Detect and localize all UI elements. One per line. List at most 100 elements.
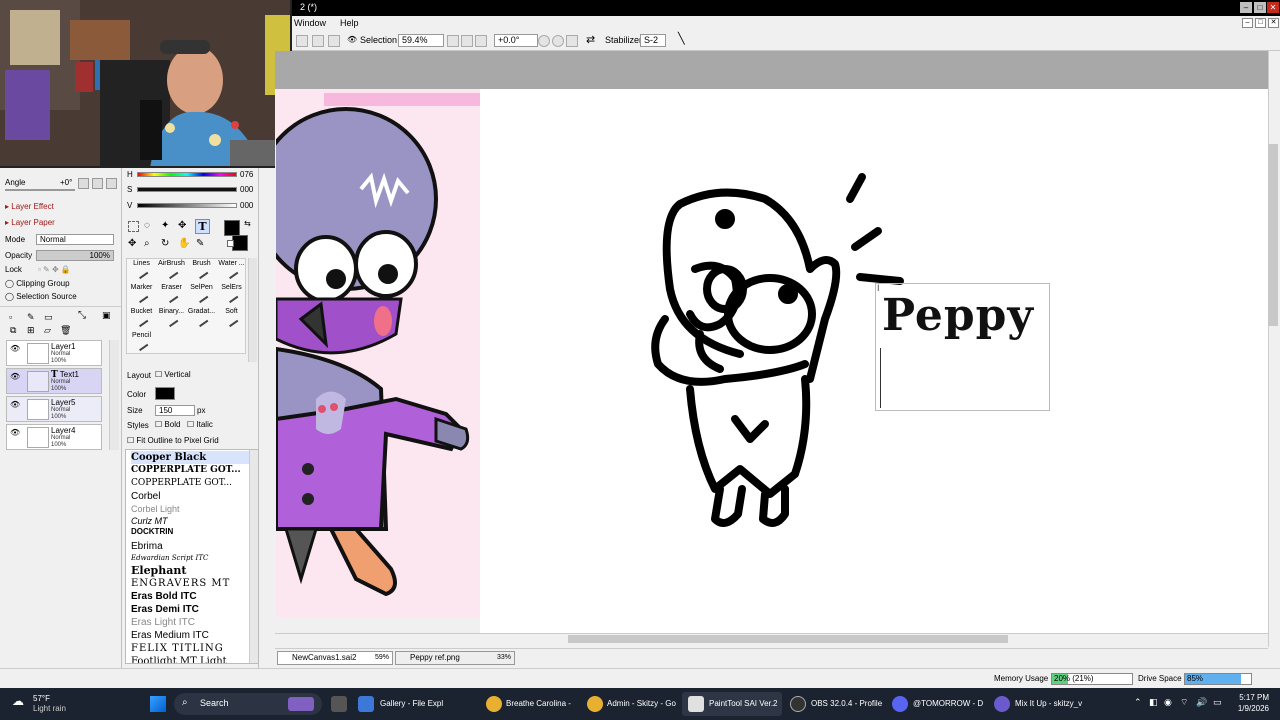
layer-list-scrollbar[interactable] — [109, 340, 119, 450]
chrome-icon[interactable] — [587, 696, 603, 712]
angle-slider[interactable] — [5, 189, 75, 191]
clock-time[interactable]: 5:17 PM — [1231, 693, 1269, 702]
minimize-button[interactable]: – — [1240, 2, 1252, 13]
font-item[interactable]: Elephant — [131, 564, 249, 577]
tool-selpen[interactable]: SelPen — [187, 283, 216, 306]
value-slider[interactable] — [137, 203, 237, 208]
text-tool-icon[interactable]: T — [195, 219, 210, 234]
layer-visibility-icon[interactable]: 👁 — [10, 428, 22, 438]
text-color-swatch[interactable] — [155, 387, 175, 400]
taskbar-app-admin[interactable]: Admin - Skitzy - Go — [607, 694, 676, 714]
taskbar-app-discord[interactable]: @TOMORROW - D — [913, 694, 983, 714]
clipping-group-checkbox[interactable]: ◯ Clipping Group — [5, 279, 70, 288]
tool-gradation[interactable]: Gradat... — [187, 307, 216, 330]
italic-checkbox[interactable]: ☐ Italic — [187, 420, 213, 429]
new-layer-icon[interactable]: ▫ — [9, 312, 12, 322]
tool-airbrush[interactable]: AirBrush — [157, 259, 186, 282]
vertical-scrollbar-thumb[interactable] — [1268, 144, 1278, 326]
search-box[interactable]: ⌕ Search — [174, 693, 322, 715]
zoom-out-button[interactable] — [447, 35, 459, 47]
rect-select-icon[interactable] — [128, 221, 139, 232]
font-item[interactable]: ENGRAVERS MT — [131, 577, 249, 590]
taskbar-app-gallery[interactable]: Gallery - File Expl — [380, 694, 443, 714]
flip-icon[interactable]: ⇄ — [586, 33, 595, 46]
layer-visibility-icon[interactable]: 👁 — [10, 372, 22, 382]
taskbar-app-mixitup[interactable]: Mix It Up - skitzy_v — [1015, 694, 1082, 714]
font-item[interactable]: Corbel — [131, 490, 249, 503]
taskbar-app-breathe[interactable]: Breathe Carolina - — [506, 694, 571, 714]
layer-paper-expander[interactable]: ▸ Layer Paper — [5, 218, 55, 227]
vertical-checkbox[interactable]: ☐ Vertical — [155, 370, 191, 379]
font-item[interactable]: Eras Light ITC — [131, 616, 249, 629]
merge-down-icon[interactable]: ⊞ — [27, 325, 35, 336]
mdi-close-button[interactable]: ✕ — [1268, 18, 1279, 28]
canvas-text[interactable]: Peppy — [882, 290, 1034, 341]
stabilizer-select[interactable]: S-2 — [640, 34, 666, 47]
windows-start-icon[interactable] — [150, 696, 166, 712]
swap-colors-icon[interactable]: ⇆ — [244, 219, 251, 228]
canvas-tab-peppy-ref[interactable]: Peppy ref.png 33% — [395, 651, 515, 665]
taskbar-app-sai[interactable]: PaintTool SAI Ver.2 — [709, 694, 778, 714]
layer-effect-expander[interactable]: ▸ Layer Effect — [5, 202, 54, 211]
tool-pencil[interactable]: Pencil — [127, 331, 156, 354]
font-item[interactable]: DOCKTRIN — [131, 525, 249, 538]
obs-icon[interactable] — [790, 696, 806, 712]
magic-wand-icon[interactable]: ✦ — [161, 220, 169, 231]
selection-label[interactable]: Selection — [360, 35, 397, 45]
secondary-color-swatch[interactable] — [232, 235, 248, 251]
canvas-tab-newcanvas[interactable]: NewCanvas1.sai2 59% — [277, 651, 393, 665]
font-item-cooper-black[interactable]: Cooper Black — [131, 451, 249, 464]
weather-temp[interactable]: 57°F — [33, 694, 50, 703]
rotate-reset-button[interactable] — [566, 35, 578, 47]
tool-marker[interactable]: Marker — [127, 283, 156, 306]
copy-layer-icon[interactable]: ⧉ — [10, 325, 16, 336]
volume-icon[interactable]: 🔊 — [1196, 697, 1207, 708]
mix-it-up-icon[interactable] — [994, 696, 1010, 712]
close-button[interactable]: ✕ — [1267, 2, 1279, 13]
zoom-field[interactable]: 59.4% — [398, 34, 444, 47]
fit-outline-checkbox[interactable]: ☐ Fit Outline to Pixel Grid — [127, 436, 219, 445]
task-view-icon[interactable] — [331, 696, 347, 712]
layer-row-layer5[interactable]: 👁 Layer5 Normal 100% — [6, 396, 102, 422]
weather-icon[interactable]: ☁ — [12, 694, 28, 708]
mdi-restore-button[interactable]: □ — [1255, 18, 1266, 28]
clear-layer-icon[interactable]: ▱ — [44, 325, 51, 336]
layer-menu-icon[interactable]: ▣ — [102, 310, 111, 321]
eyedropper-icon[interactable]: ✎ — [196, 238, 204, 249]
toolbar-button-3[interactable] — [328, 35, 340, 47]
discord-icon[interactable] — [892, 696, 908, 712]
font-item[interactable]: Eras Bold ITC — [131, 590, 249, 603]
straight-line-icon[interactable]: ╲ — [678, 32, 685, 45]
weather-desc[interactable]: Light rain — [33, 704, 66, 713]
menu-window[interactable]: Window — [294, 18, 326, 28]
toolbar-button-2[interactable] — [312, 35, 324, 47]
tool-eraser[interactable]: Eraser — [157, 283, 186, 306]
angle-button-3[interactable] — [106, 178, 117, 189]
font-item[interactable]: Footlight MT Light — [131, 655, 249, 663]
lock-icons[interactable]: ▫ ✎ ✥ 🔒 — [38, 265, 71, 274]
font-item[interactable]: COPPERPLATE GOT... — [131, 477, 249, 490]
zoom-reset-button[interactable] — [475, 35, 487, 47]
font-item[interactable]: COPPERPLATE GOT... — [131, 464, 249, 477]
tool-brush[interactable]: Brush — [187, 259, 216, 282]
selection-source-checkbox[interactable]: ◯ Selection Source — [5, 292, 77, 301]
horizontal-scrollbar-thumb[interactable] — [568, 635, 1008, 643]
text-edit-box[interactable]: Peppy — [875, 283, 1050, 411]
layer-visibility-icon[interactable]: 👁 — [10, 400, 22, 410]
delete-layer-icon[interactable]: 🗑 — [60, 325, 71, 336]
tool-soft[interactable]: Soft — [217, 307, 246, 330]
font-item[interactable]: Eras Demi ITC — [131, 603, 249, 616]
layer-visibility-icon[interactable]: 👁 — [10, 344, 22, 354]
blend-mode-select[interactable]: Normal — [36, 234, 114, 245]
battery-icon[interactable]: ▭ — [1213, 697, 1222, 708]
move-layer-icon[interactable]: ⤡ — [78, 310, 86, 321]
new-linework-icon[interactable]: ✎ — [27, 312, 35, 323]
font-list-scrollbar[interactable] — [249, 450, 258, 663]
tool-binary[interactable]: Binary... — [157, 307, 186, 330]
mdi-minimize-button[interactable]: – — [1242, 18, 1253, 28]
tool-water[interactable]: Water ... — [217, 259, 246, 282]
bold-checkbox[interactable]: ☐ Bold — [155, 420, 180, 429]
toolbar-button-1[interactable] — [296, 35, 308, 47]
opacity-slider[interactable]: 100% — [36, 250, 114, 261]
taskbar-app-obs[interactable]: OBS 32.0.4 - Profile — [811, 694, 882, 714]
